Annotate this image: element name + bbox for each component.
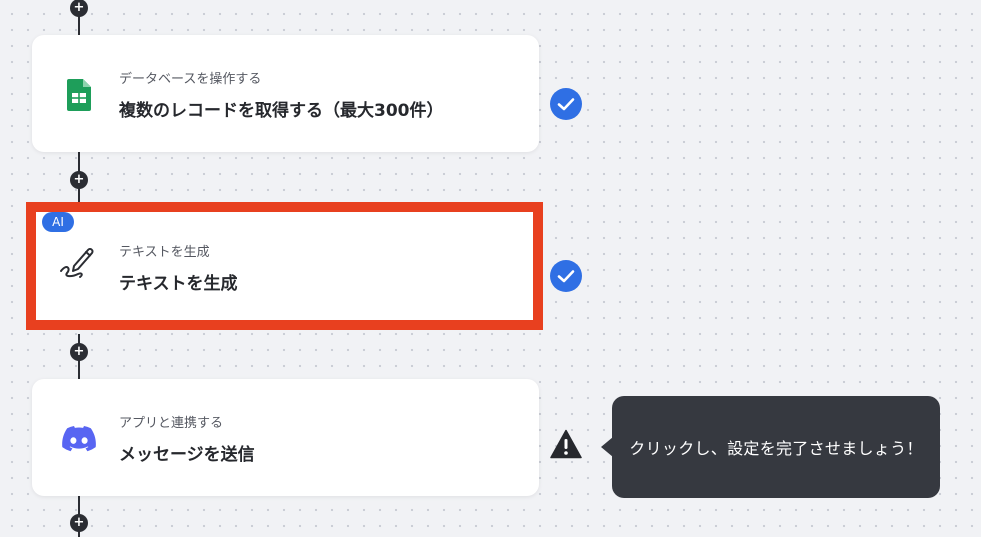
google-sheets-icon (60, 77, 98, 113)
setup-hint-tooltip: クリックし、設定を完了させましょう！ (601, 396, 940, 498)
warning-icon (550, 428, 582, 460)
ai-badge: AI (42, 212, 74, 232)
step-card-get-records[interactable]: データベースを操作する 複数のレコードを取得する（最大300件） (32, 35, 539, 152)
add-step-button[interactable]: + (70, 514, 88, 532)
step-title: 複数のレコードを取得する（最大300件） (119, 101, 444, 121)
step-card-generate-text[interactable]: AI テキストを生成 テキストを生成 (26, 202, 543, 330)
check-icon (550, 260, 582, 292)
check-icon (550, 88, 582, 120)
step-title: メッセージを送信 (119, 445, 255, 465)
add-step-button[interactable]: + (70, 171, 88, 189)
step-title: テキストを生成 (119, 274, 238, 294)
step-category: アプリと連携する (119, 416, 224, 431)
step-category: データベースを操作する (119, 72, 262, 87)
add-step-button[interactable]: + (70, 343, 88, 361)
step-category: テキストを生成 (119, 245, 210, 260)
tooltip-text: クリックし、設定を完了させましょう！ (629, 439, 923, 458)
add-step-button[interactable]: + (70, 0, 88, 17)
pen-icon (58, 244, 96, 280)
discord-icon (60, 421, 98, 457)
step-card-send-message[interactable]: アプリと連携する メッセージを送信 (32, 379, 539, 496)
